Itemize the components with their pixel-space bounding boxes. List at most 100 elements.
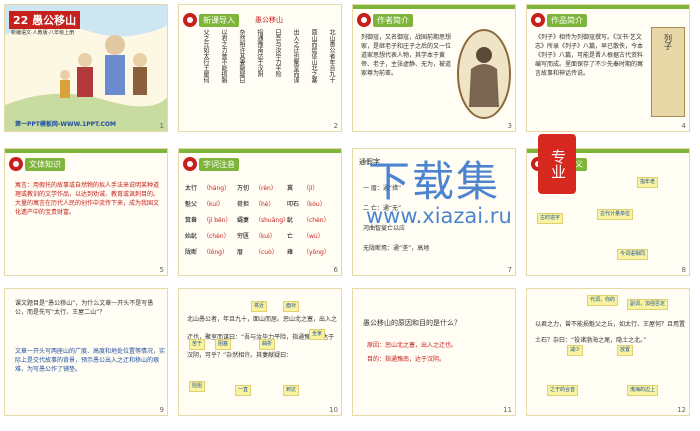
slide-number: 7 [507,266,512,274]
word: 雍 [287,249,294,256]
slide-3-tag: 作者简介 [373,13,413,27]
pinyin: （yōng） [303,249,330,256]
slide-8-header: 古词今义 [531,157,587,171]
target-icon [357,13,371,27]
pinyin: （jì） [303,185,319,192]
slide-10[interactable]: 北山愚公者，年且九十，面山而居。惩山北之塞，出入之迂也，聚室而谋曰：“吾与汝毕力… [178,288,342,416]
book-title: 列子 [663,34,673,50]
slide-4[interactable]: 作品简介 《列子》相传为列御寇撰写。《汉书·艺文志》所录《列子》八篇，早已散佚，… [526,4,690,132]
target-icon [183,13,197,27]
word: 万仞 [237,185,250,192]
slide-number: 12 [677,406,686,414]
slide-number: 2 [333,122,338,130]
slide-2-heading: 愚公移山 [255,16,283,24]
slide-4-tag: 作品简介 [547,13,587,27]
poem-column: 北山愚公者年且九十 [328,29,335,83]
reason-text: 原因：惩山北之塞，出入之迂也。 [367,342,458,349]
pinyin: （jī běn） [203,217,232,224]
slide-number: 4 [681,122,686,130]
author-text: 列御寇，又名御寇，战国前期思想家，是继老子和庄子之后的又一位道家思想代表人物，其… [361,34,452,77]
word: 冀 [287,185,294,192]
question-text: 愚公移山的原因和目的是什么？ [363,319,461,327]
author-portrait [457,29,511,119]
word: 龀 [287,217,294,224]
slide-1-title: 22 愚公移山 [9,11,81,29]
note-bubble: 之于的合音 [547,385,579,396]
pinyin: （kuí） [203,201,224,208]
slide-5-tag: 文体知识 [25,157,65,171]
goal-text: 目的：指通豫南，达于汉阴。 [367,356,446,363]
pinyin-row: 箕畚 （jī běn） 孀妻 （shuāng） 龀 （chèn） [185,213,341,229]
pinyin: （kuì） [255,233,276,240]
pinyin: （kòu） [303,201,326,208]
slide-5[interactable]: 文体知识 寓言：用假托的故事或自然物的拟人手法来说明某种道理或教训的文学作品，以… [4,148,168,276]
poem-column: 杂然相许其妻献疑曰 [238,29,245,83]
pinyin: （háng） [203,185,231,192]
slide-number: 5 [159,266,164,274]
slide-2-tag: 新课导入 [199,13,239,27]
slide-12[interactable]: 以君之力，曾不能损魁父之丘，如太行、王屋何？且焉置土石？杂曰：“投诸渤海之尾，隐… [526,288,690,416]
poem-column: 曰吾与汝毕力平险 [274,29,281,77]
note-bubble: 减少 [567,345,584,356]
poem-column: 面山而居惩山北之塞 [310,29,317,83]
slide-number: 11 [503,406,512,414]
slide-3[interactable]: 作者简介 列御寇，又名御寇，战国前期思想家，是继老子和庄子之后的又一位道家思想代… [352,4,516,132]
top-bar [527,149,689,153]
pinyin: （shuāng） [255,217,290,224]
work-text: 《列子》相传为列御寇撰写。《汉书·艺文志》所录《列子》八篇，早已散佚，今本《列子… [535,34,644,77]
pinyin-row: 太行 （háng） 万仞 （rèn） 冀 （jì） [185,181,341,197]
note-bubble: 今词语相同 [617,249,649,260]
note-bubble: 全家 [309,329,326,340]
tongjia-list: 一 厝：通“措” 二 亡：通“无” 河曲智叟亡以应 无陇断焉：通“垄”，高地 [363,179,429,259]
genre-text: 寓言：用假托的故事或自然物的拟人手法来说明某种道理或教训的文学作品，以达到劝诫、… [15,182,160,216]
word: 太行 [185,185,198,192]
slide-1[interactable]: 22 愚公移山 新编语文·人教版·八年级上册 第一PPT模板网-WWW.1PPT… [4,4,168,132]
pinyin-table: 太行 （háng） 万仞 （rèn） 冀 （jì） 魁父 （kuí） 荷担 （hè） 叩石… [185,181,341,261]
note-bubble: 渤海的边上 [627,385,659,396]
pinyin-row: 始龀 （chèn） 穷匮 （kuì） 亡 （wú） [185,229,341,245]
slide-number: 6 [333,266,338,274]
slide-number: 1 [159,122,164,130]
pinyin: （rèn） [255,185,277,192]
pinyin-row: 陇断 （lǒng） 厝 （cuò） 雍 （yōng） [185,245,341,261]
word: 叩石 [287,201,300,208]
slide-4-header: 作品简介 [531,13,587,27]
pinyin: （chèn） [203,233,230,240]
slide-2[interactable]: 新课导入 愚公移山 北山愚公者年且九十 面山而居惩山北之塞 出入之迂也聚室而谋 … [178,4,342,132]
slide-1-subtitle: 新编语文·人教版·八年级上册 [11,30,75,36]
note-bubble: 一直 [235,385,252,396]
slide-number: 10 [329,406,338,414]
pinyin: （wú） [303,233,324,240]
note-bubble: 到达 [283,385,300,396]
slide-7[interactable]: 通假字 一 厝：通“措” 二 亡：通“无” 河曲智叟亡以应 无陇断焉：通“垄”，… [352,148,516,276]
slide-6[interactable]: 字词注音 太行 （háng） 万仞 （rèn） 冀 （jì） 魁父 （kuí） 荷担 （h… [178,148,342,276]
word: 始龀 [185,233,198,240]
poem-column: 以君之力曾不能损魁 [220,29,227,83]
slide-11[interactable]: 愚公移山的原因和目的是什么？ 原因：惩山北之塞，出入之迂也。 目的：指通豫南，达… [352,288,516,416]
target-icon [531,157,545,171]
slide-9[interactable]: 课文题目是“愚公移山”，为什么文章一开头不是写愚公，而是先写“太行、王屋二山”？… [4,288,168,416]
tongjia-row: 河曲智叟亡以应 [363,225,406,232]
slide-2-header: 新课导入 [183,13,239,27]
note-bubble: 苦于 [189,339,206,350]
note-bubble: 放置 [617,345,634,356]
note-bubble: 古代计量单位 [597,209,634,220]
poem-column: 指通豫南达于汉阴 [256,29,263,77]
slide-5-header: 文体知识 [9,157,65,171]
tongjia-row: 二 亡：通“无” [363,205,402,212]
slide-1-footer: 第一PPT模板网-WWW.1PPT.COM [15,121,116,128]
pinyin: （lǒng） [203,249,228,256]
note-bubble: 将近 [251,301,268,312]
word: 陇断 [185,249,198,256]
note-bubble: 险阻 [189,381,206,392]
target-icon [183,157,197,171]
target-icon [531,13,545,27]
slide-number: 8 [681,266,686,274]
target-icon [9,157,23,171]
word: 厝 [237,249,244,256]
top-bar [353,5,515,9]
word: 荷担 [237,201,250,208]
slide-8[interactable]: 古词今义 指年老 古代计量单位 古时造字 今词语相同 8 [526,148,690,276]
word: 孀妻 [237,217,250,224]
slide-6-tag: 字词注音 [199,157,239,171]
